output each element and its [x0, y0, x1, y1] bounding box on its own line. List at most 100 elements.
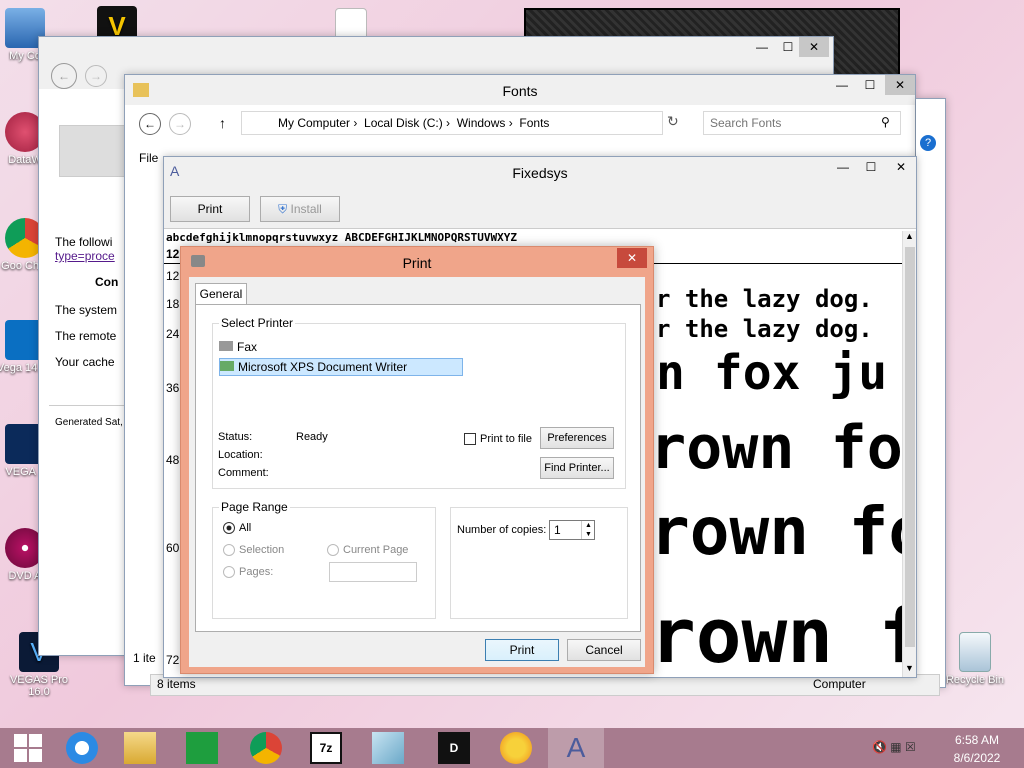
size-label: 12 — [166, 247, 180, 261]
size-label: 24 — [166, 327, 180, 341]
print-to-file-label: Print to file — [480, 433, 532, 445]
taskbar-file-explorer[interactable] — [112, 728, 168, 768]
taskbar-chrome[interactable] — [238, 728, 294, 768]
scroll-thumb[interactable] — [905, 247, 915, 647]
desktop-icon-label: VEGAS Pro 16.0 — [9, 674, 69, 698]
find-printer-button[interactable]: Find Printer... — [540, 457, 614, 479]
search-icon: ⚲ — [881, 115, 890, 129]
notepad-icon — [372, 732, 404, 764]
breadcrumb-item[interactable]: Windows — [457, 116, 506, 130]
breadcrumb-item[interactable]: Local Disk (C:) — [364, 116, 443, 130]
sample-text: r the lazy dog. — [656, 315, 873, 343]
comment-label: Comment: — [218, 467, 269, 479]
desktop-icon-recycle-bin[interactable]: Recycle Bin — [940, 632, 1010, 686]
folder-icon — [124, 732, 156, 764]
tab-general[interactable]: General — [195, 283, 247, 305]
up-icon[interactable]: ↑ — [219, 115, 226, 131]
page-range-group: Page Range All Selection Current Page Pa… — [212, 500, 436, 619]
minimize-button[interactable]: — — [827, 75, 857, 95]
taskbar-7zip[interactable]: 7z — [298, 728, 354, 768]
breadcrumb-item[interactable]: My Computer — [278, 116, 350, 130]
close-button[interactable]: ✕ — [885, 75, 915, 95]
printer-label: Microsoft XPS Document Writer — [238, 360, 408, 374]
printer-check-icon — [220, 361, 234, 371]
install-button[interactable]: ⛨ Install — [260, 196, 340, 222]
back-icon[interactable]: ← — [51, 63, 77, 89]
address-bar[interactable]: My Computer › Local Disk (C:) › Windows … — [241, 111, 663, 135]
radio-current-page[interactable] — [327, 544, 339, 556]
print-button[interactable]: Print — [485, 639, 559, 661]
size-label: 12 — [166, 269, 180, 283]
desktop-icon-label: Recycle Bin — [945, 674, 1005, 686]
size-label: 36 — [166, 381, 180, 395]
clock-date[interactable]: 8/6/2022 — [944, 751, 1010, 765]
radio-selection[interactable] — [223, 544, 235, 556]
font-print-button[interactable]: Print — [170, 196, 250, 222]
fax-icon — [219, 341, 233, 351]
size-label: 18 — [166, 297, 180, 311]
status-value: Ready — [296, 431, 328, 443]
toolbar: Print ⛨ Install — [164, 187, 916, 229]
radio-all[interactable] — [223, 522, 235, 534]
radio-pages[interactable] — [223, 566, 235, 578]
copies-spinner-icon[interactable]: ▲ ▼ — [581, 521, 595, 539]
printer-item-fax[interactable]: Fax — [219, 340, 459, 356]
sample-text: rown fo — [650, 493, 902, 570]
taskbar-app-ndi[interactable]: D — [426, 728, 482, 768]
cancel-button[interactable]: Cancel — [567, 639, 641, 661]
size-label: 72 — [166, 653, 180, 667]
tray-icons[interactable]: 🔇 ▦ ☒ — [872, 740, 942, 758]
size-label: 60 — [166, 541, 180, 555]
taskbar-store[interactable] — [174, 728, 230, 768]
sample-text: rown fo — [650, 591, 902, 677]
close-button[interactable]: ✕ — [886, 157, 916, 177]
start-button[interactable] — [0, 728, 56, 768]
breadcrumb-item[interactable]: Fonts — [519, 116, 549, 130]
7zip-icon: 7z — [310, 732, 342, 764]
install-label: Install — [290, 202, 322, 216]
scroll-down-icon[interactable]: ▼ — [905, 663, 914, 673]
copies-value: 1 — [554, 523, 561, 537]
tab-label: General — [199, 287, 243, 301]
radio-pages-label: Pages: — [239, 566, 274, 578]
menu-file[interactable]: File — [139, 151, 158, 165]
taskbar-font-viewer[interactable]: A — [548, 728, 604, 768]
maximize-button[interactable]: ☐ — [855, 75, 885, 95]
print-to-file-checkbox[interactable] — [464, 433, 476, 445]
clock-time[interactable]: 6:58 AM — [944, 733, 1010, 747]
printer-label: Fax — [237, 340, 258, 354]
copies-group: Number of copies: 1 ▲ ▼ — [450, 507, 628, 619]
select-printer-label: Select Printer — [219, 316, 296, 330]
font-icon: A — [566, 732, 586, 763]
location-label: Location: — [218, 449, 263, 461]
browser-text: The system — [55, 303, 118, 317]
taskbar-ie[interactable] — [54, 728, 110, 768]
sample-text: n fox ju — [656, 345, 888, 401]
help-icon[interactable]: ? — [920, 135, 936, 151]
scroll-up-icon[interactable]: ▲ — [905, 231, 914, 241]
copies-label: Number of copies: — [457, 524, 547, 536]
forward-icon[interactable]: → — [169, 113, 191, 135]
radio-selection-label: Selection — [239, 544, 285, 556]
close-button[interactable]: ✕ — [617, 248, 647, 268]
refresh-icon[interactable]: ↻ — [667, 113, 679, 130]
recycle-bin-icon — [959, 632, 991, 672]
window-title: Fonts — [502, 83, 538, 99]
minimize-button[interactable]: — — [828, 157, 858, 177]
pages-input[interactable] — [329, 562, 417, 582]
vertical-scrollbar[interactable]: ▲ ▼ — [902, 231, 916, 677]
close-button[interactable]: ✕ — [799, 37, 829, 57]
sample-text: r the lazy dog. — [656, 285, 873, 313]
back-icon[interactable]: ← — [139, 113, 161, 135]
printer-item-xps[interactable]: Microsoft XPS Document Writer — [219, 358, 463, 376]
preferences-button[interactable]: Preferences — [540, 427, 614, 449]
maximize-button[interactable]: ☐ — [856, 157, 886, 177]
search-input[interactable] — [703, 111, 901, 135]
shield-icon: ⛨ — [278, 202, 288, 216]
divider — [49, 405, 129, 406]
taskbar-app-sun[interactable] — [488, 728, 544, 768]
dialog-body: General Select Printer Fax Microsoft XPS… — [189, 277, 645, 667]
browser-link[interactable]: type=proce — [55, 249, 115, 263]
forward-icon[interactable]: → — [85, 65, 107, 87]
taskbar-app[interactable] — [360, 728, 416, 768]
